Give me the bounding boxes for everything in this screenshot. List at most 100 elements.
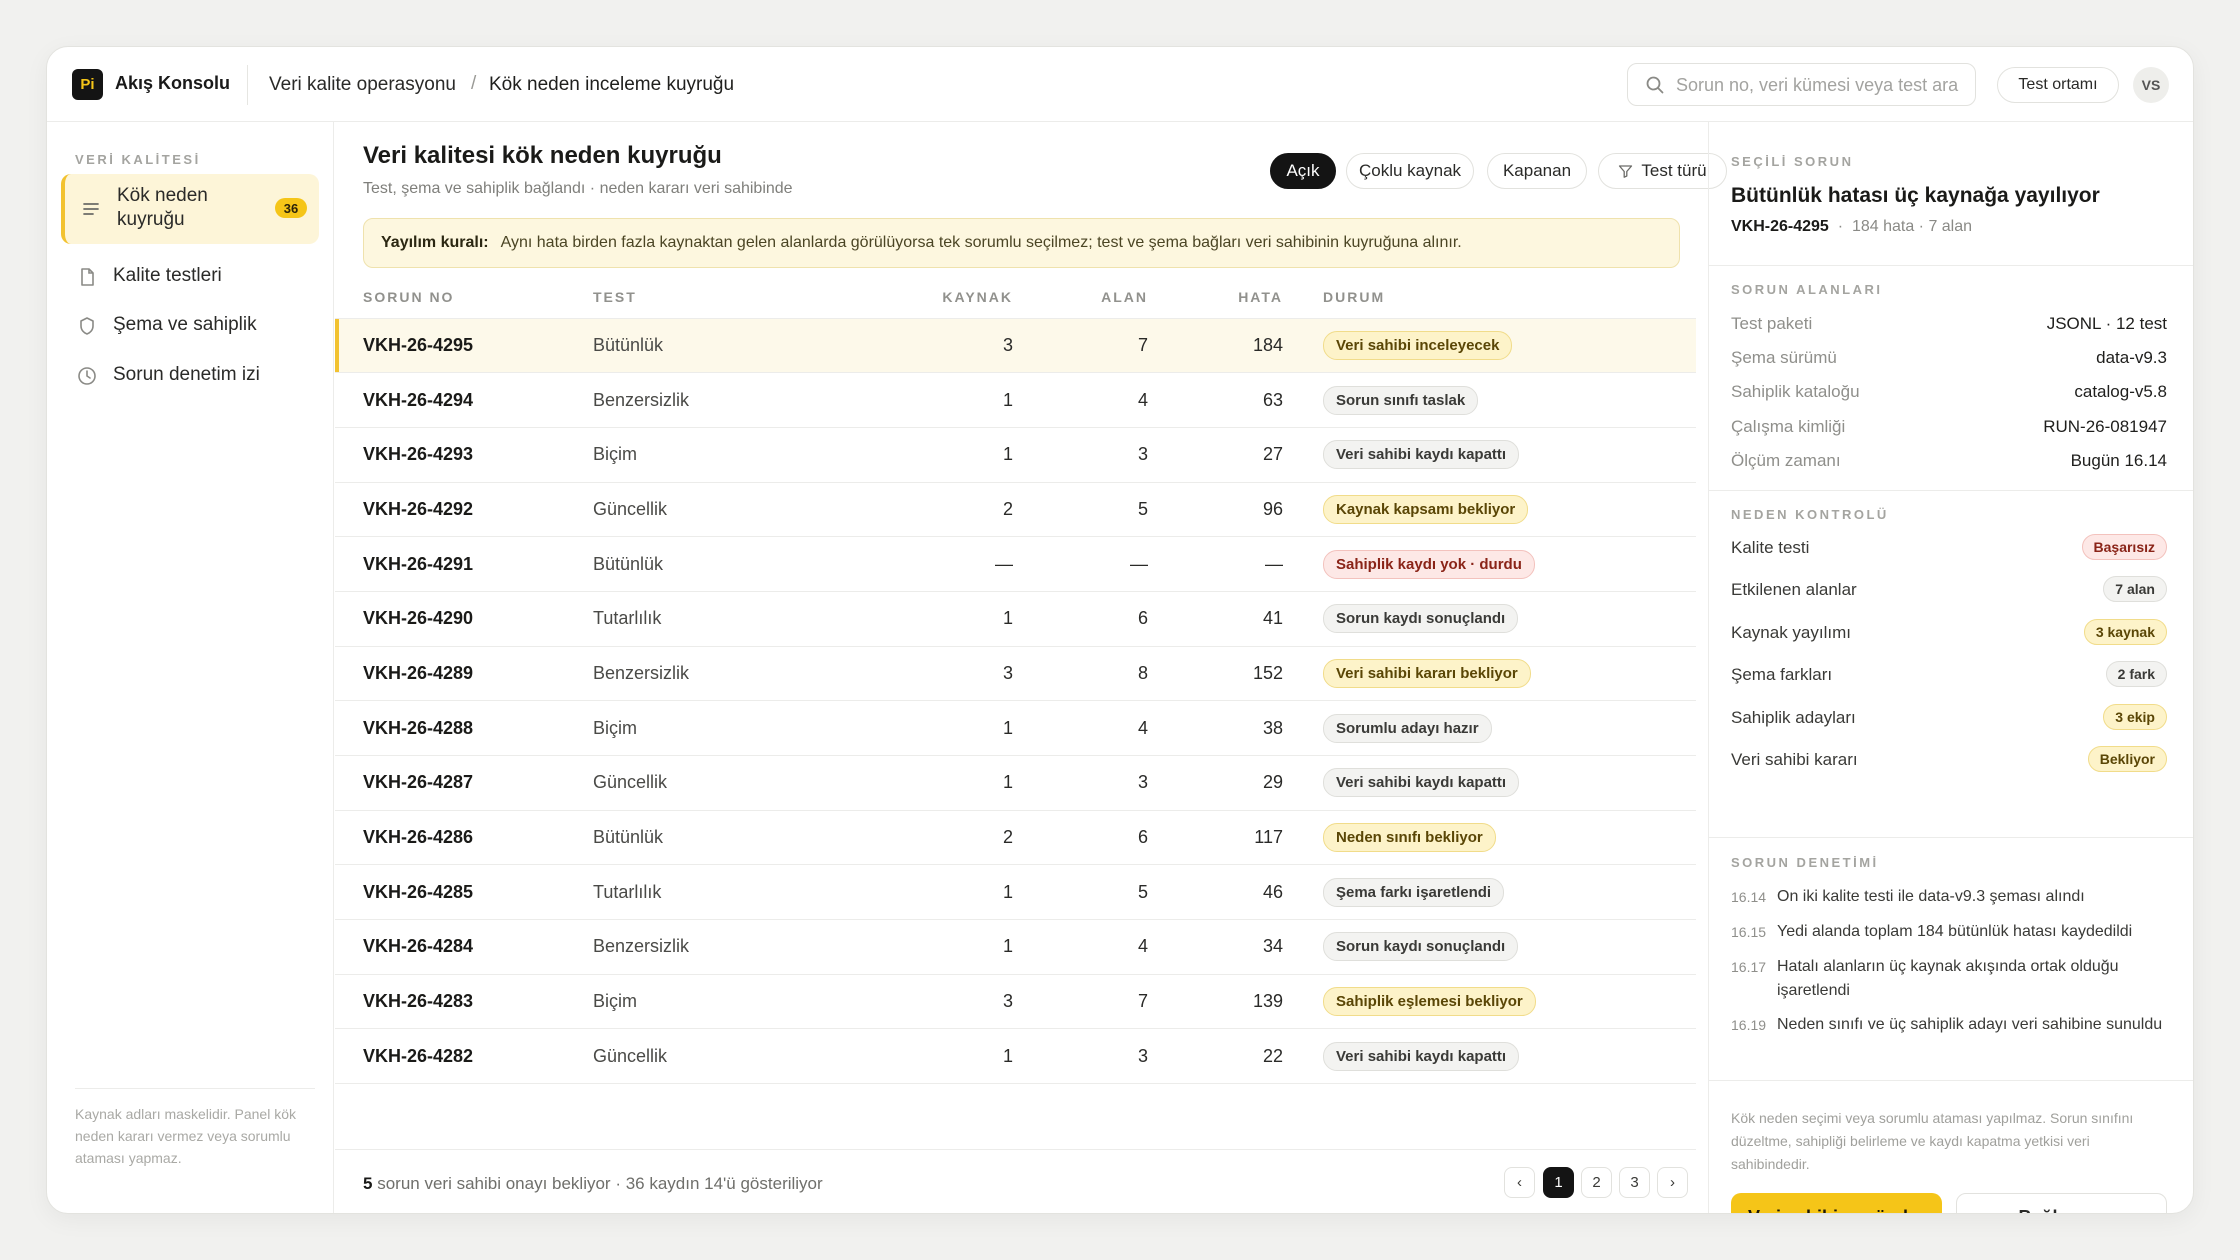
audit-message: Hatalı alanların üç kaynak akışında orta… xyxy=(1777,958,2119,999)
field-key: Şema sürümü xyxy=(1731,348,1837,367)
pagination-next[interactable]: › xyxy=(1657,1167,1688,1198)
status-cell: Veri sahibi inceleyecek xyxy=(1323,318,1696,374)
table-row[interactable]: VKH-26-4292 Güncellik 2 5 96 Kaynak kapsamı b… xyxy=(335,482,1696,538)
table-row[interactable]: VKH-26-4288 Biçim 1 4 38 Sorumlu adayı hazır xyxy=(335,700,1696,756)
status-cell: Veri sahibi kaydı kapattı xyxy=(1323,755,1696,811)
test-type: Biçim xyxy=(593,427,843,483)
environment-button[interactable]: Test ortamı xyxy=(1997,67,2119,103)
column-header-status[interactable]: DURUM xyxy=(1323,276,1696,319)
table-row[interactable]: VKH-26-4294 Benzersizlik 1 4 63 Sorun sınıfı … xyxy=(335,372,1696,428)
divider xyxy=(1709,837,2193,838)
table-row[interactable]: VKH-26-4284 Benzersizlik 1 4 34 Sorun kaydı s… xyxy=(335,919,1696,975)
issue-id: VKH-26-4284 xyxy=(335,919,593,975)
source-count: 1 xyxy=(843,700,1013,756)
status-badge: Sahiplik eşlemesi bekliyor xyxy=(1323,987,1536,1017)
search-input[interactable] xyxy=(1676,73,1966,97)
divider xyxy=(1709,490,2193,491)
field-key: Çalışma kimliği xyxy=(1731,417,1846,436)
check-status-badge: 3 ekip xyxy=(2103,703,2167,730)
document-icon xyxy=(81,268,94,286)
table-row[interactable]: VKH-26-4291 Bütünlük — — — Sahiplik kaydı yok… xyxy=(335,536,1696,592)
field-count: 8 xyxy=(1013,646,1148,702)
error-count: 34 xyxy=(1148,919,1283,975)
pagination-page-1[interactable]: 1 xyxy=(1543,1167,1574,1198)
status-cell: Veri sahibi kaydı kapattı xyxy=(1323,1028,1696,1085)
status-cell: Neden sınıfı bekliyor xyxy=(1323,810,1696,866)
audit-message: On iki kalite testi ile data-v9.3 şeması… xyxy=(1777,888,2085,905)
column-header-error[interactable]: HATA xyxy=(1148,276,1283,319)
check-status-badge: 2 fark xyxy=(2105,661,2167,688)
table-row[interactable]: VKH-26-4290 Tutarlılık 1 6 41 Sorun kaydı son… xyxy=(335,591,1696,647)
shield-icon xyxy=(80,317,94,335)
spacer-cell xyxy=(1283,974,1323,1030)
check-label: Etkilenen alanlar xyxy=(1731,580,1857,600)
table-row[interactable]: VKH-26-4287 Güncellik 1 3 29 Veri sahibi kayd… xyxy=(335,755,1696,811)
field-value: RUN-26-081947 xyxy=(2043,417,2167,436)
page-title: Veri kalitesi kök neden kuyruğu xyxy=(363,142,722,169)
audit-time: 16.14 xyxy=(1731,889,1767,905)
spacer-cell xyxy=(1283,1028,1323,1085)
send-to-owner-button[interactable]: Veri sahibine gönder xyxy=(1731,1193,1942,1213)
column-header-source[interactable]: KAYNAK xyxy=(843,276,1013,319)
status-cell: Sorun kaydı sonuçlandı xyxy=(1323,919,1696,975)
column-header-id[interactable]: SORUN NO xyxy=(335,276,593,319)
field-count: 3 xyxy=(1013,427,1148,483)
sidebar-item-quality-tests[interactable]: Kalite testleri xyxy=(61,257,319,297)
sidebar-item-label: Kök neden kuyruğu xyxy=(117,185,208,230)
issue-id: VKH-26-4285 xyxy=(335,864,593,921)
table-row[interactable]: VKH-26-4282 Güncellik 1 3 22 Veri sahibi kayd… xyxy=(335,1028,1696,1085)
pending-count: 5 xyxy=(363,1174,373,1193)
pagination-page-2[interactable]: 2 xyxy=(1581,1167,1612,1198)
fields-heading: SORUN ALANLARI xyxy=(1731,282,1883,297)
table-row[interactable]: VKH-26-4293 Biçim 1 3 27 Veri sahibi kaydı ka… xyxy=(335,427,1696,483)
audit-time: 16.15 xyxy=(1731,924,1767,940)
status-cell: Sahiplik eşlemesi bekliyor xyxy=(1323,974,1696,1030)
field-count: 3 xyxy=(1013,755,1148,811)
test-type: Benzersizlik xyxy=(593,372,843,428)
source-count: 1 xyxy=(843,755,1013,811)
column-header-field[interactable]: ALAN xyxy=(1013,276,1148,319)
filter-multi-source[interactable]: Çoklu kaynak xyxy=(1346,153,1474,189)
filter-open[interactable]: Açık xyxy=(1270,153,1336,189)
test-type: Benzersizlik xyxy=(593,919,843,975)
breadcrumb-item-operations[interactable]: Veri kalite operasyonu xyxy=(269,74,456,96)
field-count: 3 xyxy=(1013,1028,1148,1085)
field-count: 7 xyxy=(1013,974,1148,1030)
app-title: Akış Konsolu xyxy=(115,73,231,93)
table-row[interactable]: VKH-26-4285 Tutarlılık 1 5 46 Şema farkı işar… xyxy=(335,864,1696,921)
check-label: Şema farkları xyxy=(1731,665,1833,685)
status-badge: Sorun kaydı sonuçlandı xyxy=(1323,932,1519,962)
filter-closed[interactable]: Kapanan xyxy=(1487,153,1587,189)
table-row[interactable]: VKH-26-4289 Benzersizlik 3 8 152 Veri sahibi … xyxy=(335,646,1696,702)
column-header-test[interactable]: TEST xyxy=(593,276,843,319)
error-count: 117 xyxy=(1148,810,1283,866)
source-count: 2 xyxy=(843,810,1013,866)
pagination-prev[interactable]: ‹ xyxy=(1504,1167,1535,1198)
avatar[interactable]: VS xyxy=(2133,67,2169,103)
field-count: 5 xyxy=(1013,864,1148,921)
status-badge: Sahiplik kaydı yok · durdu xyxy=(1323,549,1535,579)
check-row: Etkilenen alanlar 7 alan xyxy=(1731,576,2167,606)
list-icon xyxy=(83,203,99,215)
test-type: Bütünlük xyxy=(593,536,843,592)
sidebar-item-root-cause-queue[interactable]: Kök neden kuyruğu 36 xyxy=(61,174,319,244)
spacer-cell xyxy=(1283,864,1323,921)
error-count: 96 xyxy=(1148,482,1283,538)
sidebar-item-schema-ownership[interactable]: Şema ve sahiplik xyxy=(61,306,319,346)
rule-label: Yayılım kuralı: xyxy=(381,234,489,251)
field-count: 4 xyxy=(1013,372,1148,428)
search-box[interactable] xyxy=(1627,63,1976,106)
field-value: catalog-v5.8 xyxy=(2074,382,2167,401)
issue-id: VKH-26-4290 xyxy=(335,591,593,647)
issue-counts: 184 hata · 7 alan xyxy=(1851,218,1973,235)
error-count: 139 xyxy=(1148,974,1283,1030)
table-row[interactable]: VKH-26-4295 Bütünlük 3 7 184 Veri sahibi ince… xyxy=(335,318,1696,374)
open-links-button[interactable]: Bağları aç xyxy=(1956,1193,2167,1213)
table-row[interactable]: VKH-26-4286 Bütünlük 2 6 117 Neden sınıfı bek… xyxy=(335,810,1696,866)
source-count: 3 xyxy=(843,646,1013,702)
status-badge: Veri sahibi kararı bekliyor xyxy=(1323,658,1531,688)
pagination-page-3[interactable]: 3 xyxy=(1619,1167,1650,1198)
error-count: 29 xyxy=(1148,755,1283,811)
table-row[interactable]: VKH-26-4283 Biçim 3 7 139 Sahiplik eşlemesi b… xyxy=(335,974,1696,1030)
sidebar-item-audit-trail[interactable]: Sorun denetim izi xyxy=(61,356,319,396)
